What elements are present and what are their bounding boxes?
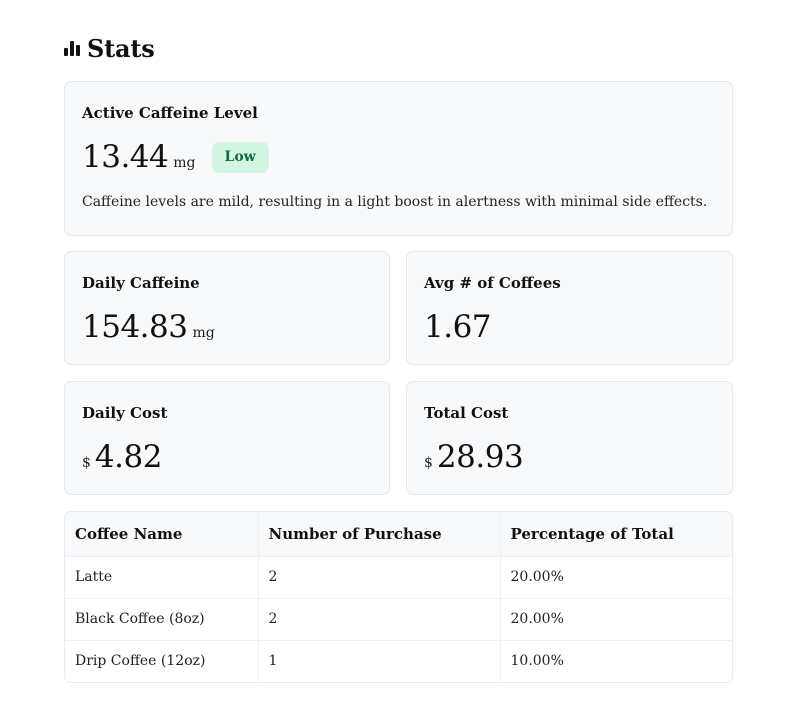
daily-caffeine-value: 154.83	[82, 309, 188, 345]
caffeine-level-description: Caffeine levels are mild, resulting in a…	[82, 194, 708, 210]
bar-chart-icon	[64, 40, 80, 56]
daily-cost-label: Daily Cost	[82, 404, 168, 422]
coffee-name-cell: Black Coffee (8oz)	[65, 597, 258, 640]
active-caffeine-metric: 13.44 mg Low	[82, 139, 715, 175]
table-row: Black Coffee (8oz) 2 20.00%	[65, 597, 732, 640]
caffeine-level-badge: Low	[211, 141, 269, 173]
avg-coffees-value: 1.67	[424, 309, 492, 345]
active-caffeine-card: Active Caffeine Level 13.44 mg Low Caffe…	[64, 81, 733, 236]
daily-cost-metric: $ 4.82	[82, 439, 372, 475]
avg-coffees-card: Avg # of Coffees 1.67	[406, 251, 733, 365]
table-row: Latte 2 20.00%	[65, 555, 732, 598]
total-cost-currency: $	[424, 455, 433, 471]
total-cost-value: 28.93	[436, 439, 524, 475]
percentage-cell: 20.00%	[499, 597, 732, 640]
stats-header: Stats	[64, 32, 155, 64]
active-caffeine-unit: mg	[173, 155, 196, 171]
daily-cost-currency: $	[82, 455, 91, 471]
avg-coffees-label: Avg # of Coffees	[424, 274, 561, 292]
coffee-name-cell: Drip Coffee (12oz)	[65, 639, 258, 682]
purchase-count-cell: 2	[257, 597, 500, 640]
daily-caffeine-label: Daily Caffeine	[82, 274, 200, 292]
page-title: Stats	[87, 33, 155, 63]
percentage-cell: 20.00%	[499, 555, 732, 598]
daily-caffeine-unit: mg	[192, 325, 215, 341]
coffee-name-cell: Latte	[65, 555, 258, 598]
daily-cost-card: Daily Cost $ 4.82	[64, 381, 390, 495]
active-caffeine-value: 13.44	[82, 139, 169, 175]
column-header-percentage-of-total: Percentage of Total	[499, 512, 732, 556]
table-header-row: Coffee Name Number of Purchase Percentag…	[65, 512, 732, 556]
total-cost-label: Total Cost	[424, 404, 509, 422]
purchase-count-cell: 1	[257, 639, 500, 682]
column-header-number-of-purchase: Number of Purchase	[257, 512, 500, 556]
total-cost-card: Total Cost $ 28.93	[406, 381, 733, 495]
daily-caffeine-card: Daily Caffeine 154.83 mg	[64, 251, 390, 365]
total-cost-metric: $ 28.93	[424, 439, 715, 475]
daily-caffeine-metric: 154.83 mg	[82, 309, 372, 345]
coffee-table-container: Coffee Name Number of Purchase Percentag…	[64, 511, 733, 683]
table-row: Drip Coffee (12oz) 1 10.00%	[65, 639, 732, 682]
purchase-count-cell: 2	[257, 555, 500, 598]
avg-coffees-metric: 1.67	[424, 309, 715, 345]
column-header-coffee-name: Coffee Name	[65, 512, 258, 556]
daily-cost-value: 4.82	[94, 439, 163, 475]
coffee-purchases-table: Coffee Name Number of Purchase Percentag…	[65, 512, 732, 682]
percentage-cell: 10.00%	[499, 639, 732, 682]
active-caffeine-label: Active Caffeine Level	[82, 104, 258, 122]
